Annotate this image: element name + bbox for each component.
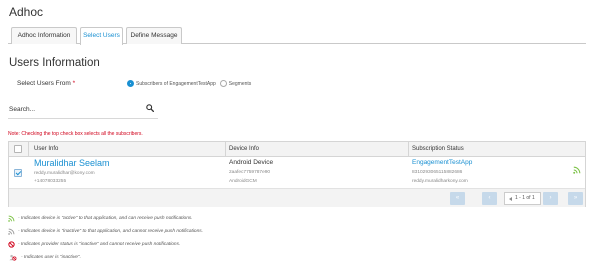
page-range-select[interactable]: 1 - 1 of 1 xyxy=(504,192,541,205)
legend-inactive: - Indicates device is "inactive" to that… xyxy=(8,228,203,235)
app-id: 8310293065115882686 xyxy=(412,170,463,175)
signal-inactive-icon xyxy=(8,228,15,235)
first-page-button[interactable]: « xyxy=(450,192,465,205)
search-input[interactable] xyxy=(8,101,158,117)
last-page-button[interactable]: » xyxy=(568,192,583,205)
caret-left-icon xyxy=(509,197,512,201)
page-range-text: 1 - 1 of 1 xyxy=(515,195,535,201)
row-checkbox[interactable] xyxy=(14,169,22,177)
legend-inactive-text: - Indicates device is "inactive" to that… xyxy=(18,229,203,234)
user-email: reddy.muralidhar@kony.com xyxy=(34,171,95,176)
tab-adhoc-information[interactable]: Adhoc Information xyxy=(11,27,77,44)
search-underline xyxy=(8,118,158,119)
tab-select-users[interactable]: Select Users xyxy=(80,27,123,45)
user-inactive-icon xyxy=(9,254,17,261)
device-type: AndroidGCM xyxy=(229,179,257,184)
pagination-bar: « ‹ 1 - 1 of 1 › » xyxy=(9,189,585,207)
header-subscription-status: Subscription Status xyxy=(412,146,464,152)
page-title: Adhoc xyxy=(9,5,44,19)
header-user-info: User Info xyxy=(34,146,59,152)
legend-user-inactive-text: - Indicates user is "inactive". xyxy=(21,255,81,260)
device-title: Android Device xyxy=(229,159,274,166)
signal-active-icon xyxy=(8,215,15,222)
table-header: User Info Device Info Subscription Statu… xyxy=(9,142,585,157)
next-page-button[interactable]: › xyxy=(543,192,558,205)
no-entry-icon xyxy=(8,241,15,248)
select-users-label: Select Users From * xyxy=(17,80,75,87)
device-id: 2aafec7759787e90 xyxy=(229,170,271,175)
radio-subscribers-label[interactable]: Subscribers of EngagementTestApp xyxy=(136,81,216,87)
radio-segments-label[interactable]: Segments xyxy=(229,81,252,87)
legend-user-inactive: - Indicates user is "inactive". xyxy=(8,254,81,261)
tab-define-message[interactable]: Define Message xyxy=(126,27,182,44)
select-users-radio-group: Subscribers of EngagementTestApp Segment… xyxy=(127,80,255,87)
legend-active-text: - Indicates device is "active" to that a… xyxy=(18,216,193,221)
user-name[interactable]: Muralidhar Seelam xyxy=(34,158,110,168)
radio-subscribers[interactable] xyxy=(127,80,134,87)
app-name[interactable]: EngagementTestApp xyxy=(412,159,472,166)
note-text: Note: Checking the top check box selects… xyxy=(8,131,143,137)
select-all-checkbox[interactable] xyxy=(14,145,22,153)
search-icon[interactable] xyxy=(146,104,154,112)
legend-provider-inactive-text: - Indicates provider status is "inactive… xyxy=(18,242,181,247)
prev-page-button[interactable]: ‹ xyxy=(482,192,497,205)
section-title: Users Information xyxy=(9,57,100,69)
subscribers-table: User Info Device Info Subscription Statu… xyxy=(8,141,586,207)
app-user: reddy.muralidharkony.com xyxy=(412,179,468,184)
tab-bar: Adhoc Information Select Users Define Me… xyxy=(8,27,586,45)
legend-provider-inactive: - Indicates provider status is "inactive… xyxy=(8,241,180,248)
user-phone: +14078033255 xyxy=(34,179,67,184)
required-mark: * xyxy=(72,80,76,87)
signal-active-icon xyxy=(573,166,581,174)
select-users-label-text: Select Users From xyxy=(17,80,71,87)
header-device-info: Device Info xyxy=(229,146,260,152)
radio-segments[interactable] xyxy=(219,80,227,87)
table-row[interactable]: Muralidhar Seelam reddy.muralidhar@kony.… xyxy=(9,157,585,189)
legend-active: - Indicates device is "active" to that a… xyxy=(8,215,193,222)
